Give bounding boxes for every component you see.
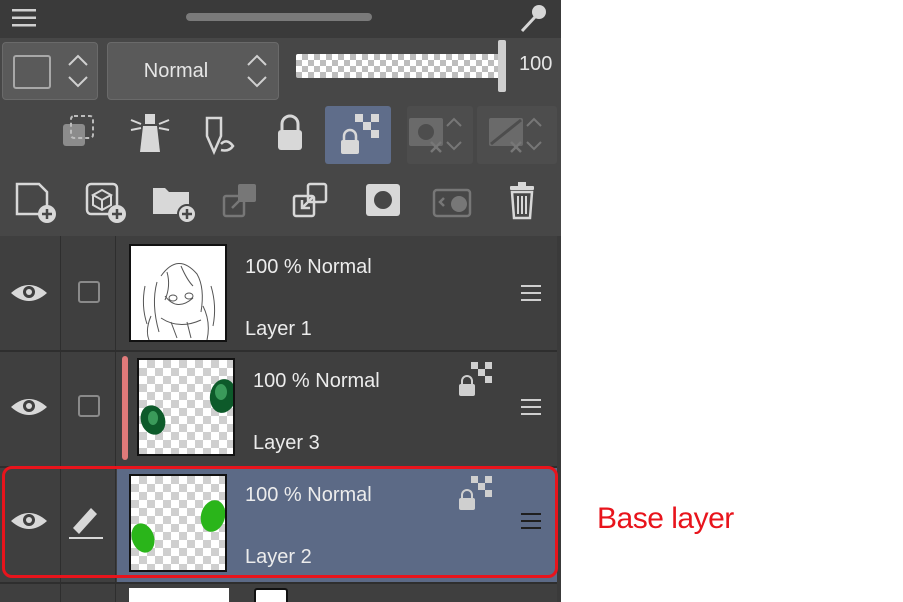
layer-menu-icon[interactable] [521,397,541,417]
mask-options-button[interactable] [407,106,473,164]
combine-with-layer-below-button[interactable] [280,174,346,232]
layer-name: Layer 1 [245,318,312,340]
new-raster-layer-icon [15,182,56,223]
lock-paint-icon [205,116,235,156]
line-art-sketch [142,263,216,340]
ruler-clip-icon [63,115,94,146]
visibility-toggle[interactable] [0,236,60,350]
create-layer-mask-button[interactable] [350,174,416,232]
layer-info[interactable]: 100 % Normal Layer 1 [117,236,557,350]
layer-row-layer-1[interactable]: 100 % Normal Layer 1 [0,236,557,350]
layer-name: Layer 3 [253,432,320,454]
new-folder-icon [153,188,197,224]
ruler-options-button[interactable] [477,106,557,164]
lock-icon [278,114,302,150]
lock-transparent-pixels-icon [459,362,492,396]
clipping-indicator [122,356,128,460]
combine-layers-icon [292,182,328,218]
layer-thumbnail [129,588,229,602]
opacity-slider-knob[interactable] [498,40,506,92]
layer-property-bar: Normal 100 [0,38,561,104]
transfer-to-lower-layer-button[interactable] [210,174,276,232]
blend-stepper-icon[interactable] [246,51,268,91]
lock-layer-button[interactable] [257,106,323,164]
new-raster-layer-button[interactable] [5,174,71,232]
apply-mask-icon [432,188,472,218]
lighthouse-reference-icon [130,114,170,152]
layer-select-column[interactable] [60,236,116,350]
layer-color-box[interactable] [2,42,98,100]
new-3d-layer-button[interactable] [75,174,141,232]
blend-mode-label: Normal [143,60,209,82]
blend-mode-select[interactable]: Normal [107,42,279,100]
lock-transparent-pixels-button[interactable] [325,106,391,164]
delete-layer-icon [510,182,534,220]
lock-transparent-pixels-icon [341,114,379,154]
layer-row-partial[interactable] [0,584,557,602]
layer-checkbox[interactable] [78,395,100,417]
base-layer-highlight [2,466,558,578]
mask-options-icon [409,117,462,153]
opacity-slider[interactable] [296,54,500,78]
delete-layer-button[interactable] [490,174,556,232]
eye-icon [11,285,47,301]
layer-info[interactable]: 100 % Normal Layer 3 [117,352,557,466]
dark-green-eyes-art [140,379,233,435]
layer-opacity-blend: 100 % Normal [253,370,380,392]
hamburger-menu-icon[interactable] [12,8,36,28]
eye-icon [11,399,47,415]
base-layer-annotation: Base layer [597,502,734,535]
layer-opacity-blend: 100 % Normal [245,256,372,278]
visibility-toggle[interactable] [0,352,60,466]
paper-layer-icon [254,588,288,602]
mask-icon [366,184,400,216]
panel-drag-handle[interactable] [186,13,372,21]
reference-layer-button[interactable] [117,106,183,164]
pin-icon[interactable] [516,2,550,36]
new-folder-button[interactable] [145,174,211,232]
panel-header [0,0,561,38]
layer-select-column[interactable] [60,584,116,602]
layer-lock-toolbar [0,104,561,170]
layer-row-layer-3[interactable]: 100 % Normal Layer 3 [0,352,557,466]
draft-layer-button[interactable] [187,106,253,164]
layer-action-toolbar [0,170,561,236]
color-stepper-icon[interactable] [67,51,89,91]
layer-thumbnail [129,244,227,342]
opacity-value[interactable]: 100 [519,53,552,76]
layer-select-column[interactable] [60,352,116,466]
layer-checkbox[interactable] [78,281,100,303]
layer-thumbnail [137,358,235,456]
layer-color-swatch [13,55,51,89]
apply-mask-button[interactable] [422,174,488,232]
ruler-options-icon [489,117,542,153]
layer-menu-icon[interactable] [521,283,541,303]
new-3d-layer-icon [85,182,126,223]
clip-to-layer-below-button[interactable] [47,106,113,164]
transfer-down-icon [222,184,256,218]
